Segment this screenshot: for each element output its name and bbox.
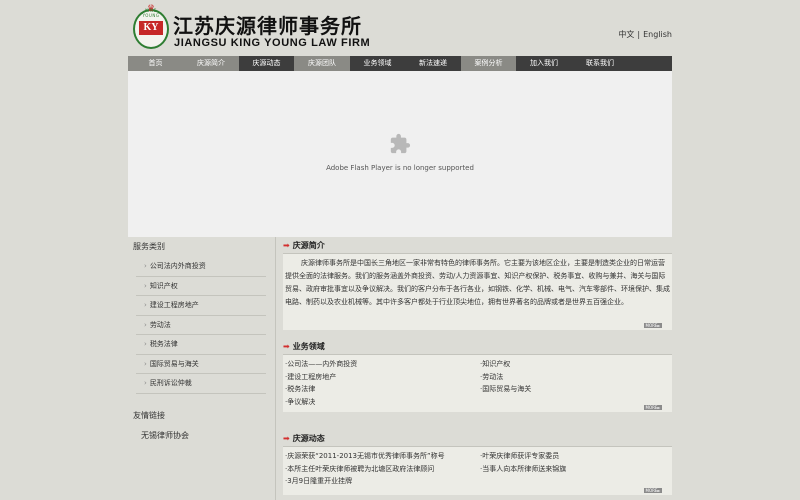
sidebar-item-label: 民刑诉讼仲裁 bbox=[149, 379, 192, 387]
nav-item-practice-areas[interactable]: 业务领域 bbox=[350, 56, 405, 71]
friendly-links-title: 友情链接 bbox=[133, 410, 165, 420]
bullet-icon: › bbox=[144, 262, 147, 270]
list-item[interactable]: ·税务法律 bbox=[285, 383, 480, 396]
sidebar-item-label: 建设工程房地产 bbox=[149, 301, 199, 309]
list-item[interactable]: ·叶荣庆律师获评专家委员 bbox=[480, 450, 675, 463]
section-header: ➡ 庆源简介 bbox=[283, 238, 672, 254]
list-item[interactable]: ·国际贸易与海关 bbox=[480, 383, 675, 396]
right-arrow-icon: ➡ bbox=[283, 342, 290, 351]
sidebar-item-intellectual-property[interactable]: › 知识产权 bbox=[136, 277, 266, 296]
list-item[interactable]: ·当事人向本所律师送来锦旗 bbox=[480, 463, 675, 476]
bullet-icon: › bbox=[144, 320, 147, 329]
intro-paragraph: 庆源律师事务所是中国长三角地区一家非常有特色的律师事务所。它主要为该地区企业，主… bbox=[285, 259, 670, 306]
sidebar-item-label: 知识产权 bbox=[149, 281, 178, 290]
nav-item-new-laws[interactable]: 新法速递 bbox=[405, 56, 461, 71]
sidebar-item-corporate-investment[interactable]: › 公司法内外商投资 bbox=[136, 257, 266, 277]
nav-item-join-us[interactable]: 加入我们 bbox=[516, 56, 572, 71]
puzzle-piece-icon bbox=[390, 133, 411, 154]
bullet-icon: › bbox=[144, 340, 147, 348]
news-list: ·庆源荣获“2011-2013无锡市优秀律师事务所”称号 ·叶荣庆律师获评专家委… bbox=[283, 447, 672, 488]
nav-item-case-analysis[interactable]: 案例分析 bbox=[461, 56, 516, 71]
practice-areas-body: ·公司法——内外商投资 ·知识产权 ·建设工程房地产 ·劳动法 ·税务法律 ·国… bbox=[283, 355, 672, 412]
sidebar-item-litigation-arbitration[interactable]: › 民刑诉讼仲裁 bbox=[136, 374, 266, 394]
site-header: ♛ KING YOUNG KY 江苏庆源律师事务所 JIANGSU KING Y… bbox=[128, 0, 672, 56]
nav-item-contact[interactable]: 联系我们 bbox=[572, 56, 628, 71]
sidebar-item-label: 税务法律 bbox=[149, 340, 178, 348]
brand-name-english: JIANGSU KING YOUNG LAW FIRM bbox=[174, 37, 371, 49]
list-item[interactable]: ·知识产权 bbox=[480, 358, 675, 371]
section-header: ➡ 庆源动态 bbox=[283, 431, 672, 447]
flash-banner-placeholder: Adobe Flash Player is no longer supporte… bbox=[128, 71, 672, 237]
news-section: ➡ 庆源动态 ·庆源荣获“2011-2013无锡市优秀律师事务所”称号 ·叶荣庆律… bbox=[283, 431, 672, 495]
lang-english-link[interactable]: English bbox=[643, 30, 672, 39]
intro-body: 庆源律师事务所是中国长三角地区一家非常有特色的律师事务所。它主要为该地区企业，主… bbox=[283, 254, 672, 330]
column-divider bbox=[275, 237, 276, 500]
list-item[interactable]: ·建设工程房地产 bbox=[285, 371, 480, 384]
sidebar: 服务类别 › 公司法内外商投资 › 知识产权 › 建设工程房地产 › 劳动法 › 税务法律… bbox=[128, 237, 268, 500]
logo-letters: KY bbox=[139, 21, 163, 35]
more-button[interactable]: MORE► bbox=[644, 488, 662, 493]
main-nav: 首页 庆源简介 庆源动态 庆源团队 业务领域 新法速递 案例分析 加入我们 联系… bbox=[128, 56, 672, 71]
nav-item-news[interactable]: 庆源动态 bbox=[239, 56, 294, 71]
sidebar-item-label: 国际贸易与海关 bbox=[149, 359, 199, 368]
brand-name-chinese: 江苏庆源律师事务所 bbox=[173, 16, 362, 38]
practice-areas-section: ➡ 业务领域 ·公司法——内外商投资 ·知识产权 ·建设工程房地产 ·劳动法 ·税… bbox=[283, 339, 672, 412]
bullet-icon: › bbox=[144, 281, 147, 290]
section-title[interactable]: 庆源动态 bbox=[293, 434, 325, 443]
list-item[interactable]: ·3月9日隆重开业挂牌 bbox=[285, 475, 480, 488]
more-button[interactable]: MORE► bbox=[644, 405, 662, 410]
sidebar-item-label: 公司法内外商投资 bbox=[149, 262, 206, 270]
service-categories-title: 服务类别 bbox=[133, 242, 165, 251]
lang-chinese-link[interactable]: 中文 bbox=[618, 30, 634, 39]
bullet-icon: › bbox=[144, 359, 147, 368]
section-title[interactable]: 业务领域 bbox=[293, 342, 325, 351]
sidebar-item-label: 劳动法 bbox=[149, 320, 171, 329]
bullet-icon: › bbox=[144, 301, 147, 309]
right-arrow-icon: ➡ bbox=[283, 434, 290, 443]
list-item[interactable]: ·劳动法 bbox=[480, 371, 675, 384]
lang-separator: | bbox=[637, 30, 641, 39]
sidebar-item-trade-customs[interactable]: › 国际贸易与海关 bbox=[136, 355, 266, 374]
practice-areas-list: ·公司法——内外商投资 ·知识产权 ·建设工程房地产 ·劳动法 ·税务法律 ·国… bbox=[283, 355, 672, 408]
intro-section: ➡ 庆源简介 庆源律师事务所是中国长三角地区一家非常有特色的律师事务所。它主要为该… bbox=[283, 238, 672, 330]
nav-item-home[interactable]: 首页 bbox=[128, 56, 183, 71]
bullet-icon: › bbox=[144, 379, 147, 387]
section-title[interactable]: 庆源简介 bbox=[293, 241, 325, 250]
sidebar-item-labor-law[interactable]: › 劳动法 bbox=[136, 316, 266, 335]
right-arrow-icon: ➡ bbox=[283, 241, 290, 250]
nav-item-about[interactable]: 庆源简介 bbox=[183, 56, 239, 71]
logo-arc-text: KING YOUNG bbox=[142, 8, 160, 18]
sidebar-item-tax-law[interactable]: › 税务法律 bbox=[136, 335, 266, 355]
sidebar-item-construction-real-estate[interactable]: › 建设工程房地产 bbox=[136, 296, 266, 316]
more-button[interactable]: MORE► bbox=[644, 323, 662, 328]
list-item[interactable]: ·庆源荣获“2011-2013无锡市优秀律师事务所”称号 bbox=[285, 450, 480, 463]
list-item[interactable]: ·公司法——内外商投资 bbox=[285, 358, 480, 371]
flash-unsupported-message: Adobe Flash Player is no longer supporte… bbox=[326, 164, 474, 172]
news-body: ·庆源荣获“2011-2013无锡市优秀律师事务所”称号 ·叶荣庆律师获评专家委… bbox=[283, 447, 672, 495]
nav-item-team[interactable]: 庆源团队 bbox=[294, 56, 350, 71]
list-item[interactable]: ·本所主任叶荣庆律师被聘为北塘区政府法律顾问 bbox=[285, 463, 480, 476]
language-switcher: 中文 | English bbox=[618, 29, 672, 40]
service-categories-list: › 公司法内外商投资 › 知识产权 › 建设工程房地产 › 劳动法 › 税务法律 › 国际贸… bbox=[136, 257, 266, 394]
firm-logo[interactable]: ♛ KING YOUNG KY bbox=[133, 5, 169, 49]
friendly-link-wuxi-bar[interactable]: 无锡律师协会 bbox=[141, 430, 268, 441]
section-header: ➡ 业务领域 bbox=[283, 339, 672, 355]
list-item[interactable]: ·争议解决 bbox=[285, 396, 480, 409]
